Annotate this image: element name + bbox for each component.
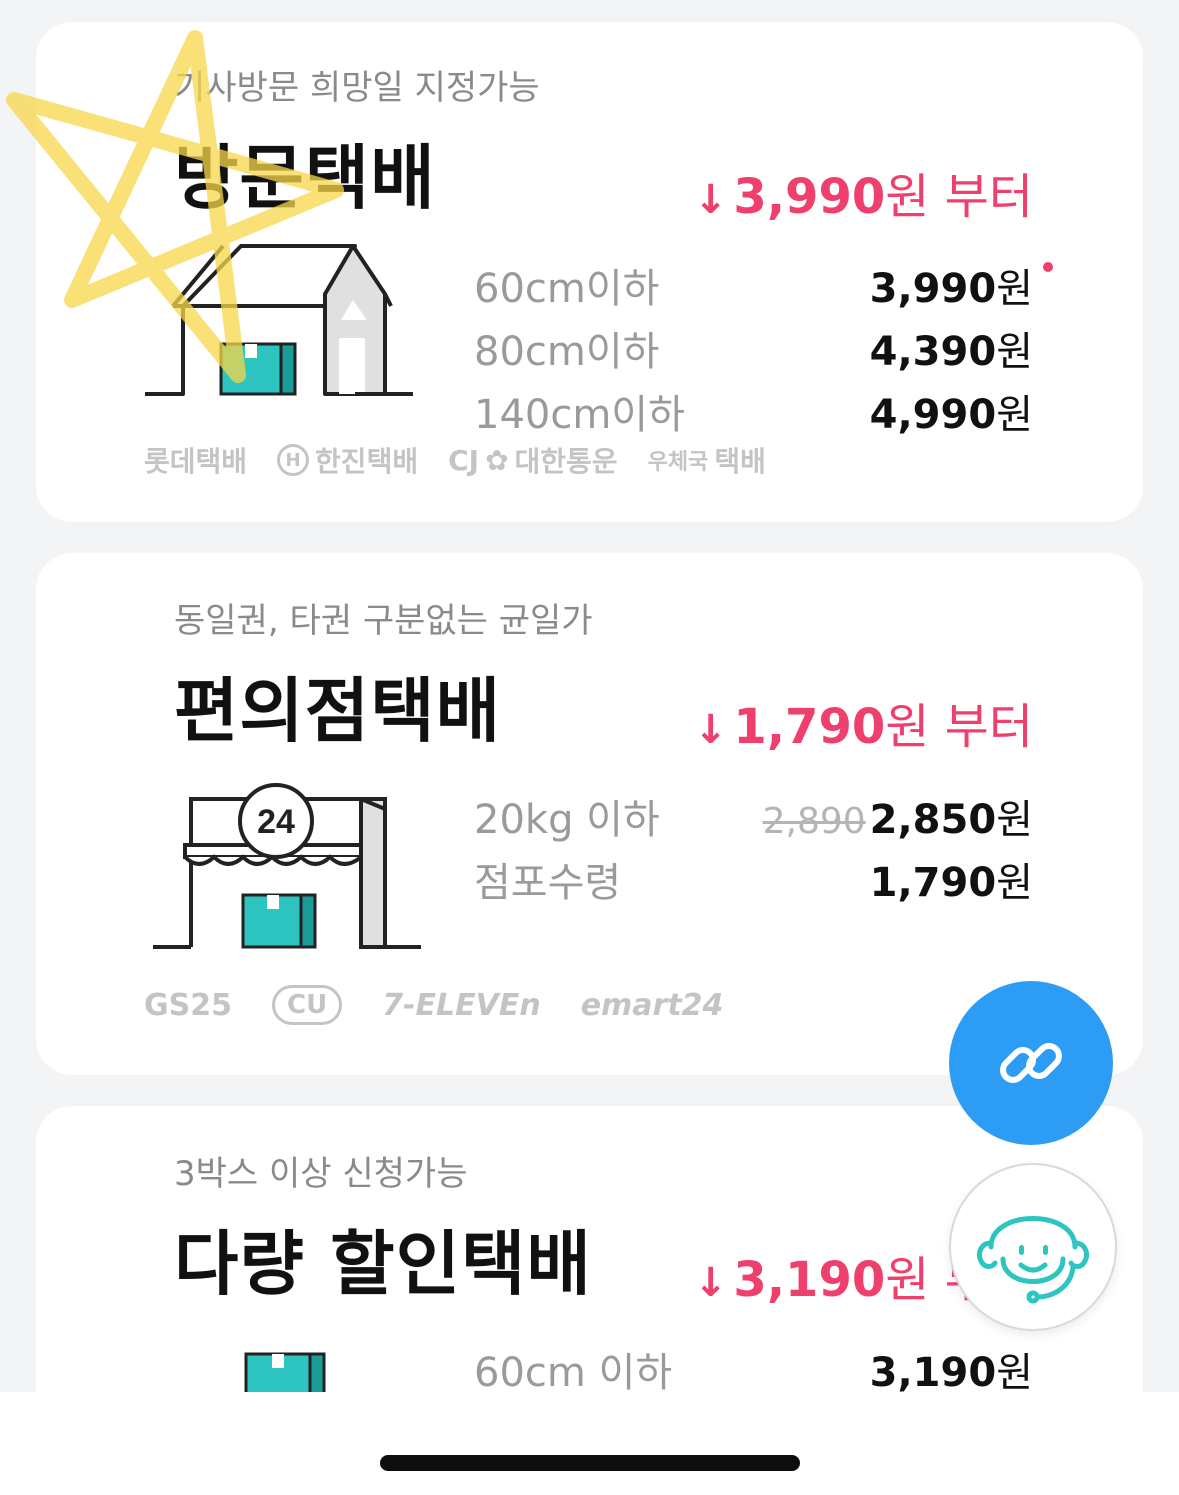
from-price-amount: 1,790	[733, 699, 886, 755]
price-unit: 원	[996, 1350, 1033, 1396]
from-price: ↓ 1,790원 부터	[694, 687, 1033, 757]
card-subtitle: 기사방문 희망일 지정가능	[174, 68, 540, 108]
from-price-suffix: 원 부터	[885, 699, 1033, 755]
original-price: 2,890	[762, 801, 866, 842]
price-table: 60cm이하 3,990원 80cm이하 4,390원 140cm이하 4,99…	[474, 256, 1053, 445]
price-amount: 2,850	[869, 797, 997, 843]
price-unit: 원	[996, 329, 1033, 375]
price-value: 4,990원	[870, 382, 1033, 440]
card-title: 다량 할인택배	[174, 1223, 592, 1305]
cu-logo: CU	[271, 985, 343, 1025]
card-subtitle: 동일권, 타권 구분없는 균일가	[174, 601, 593, 641]
seven-eleven-logo: 7-ELEVEn	[382, 987, 541, 1023]
home-indicator[interactable]	[380, 1455, 800, 1471]
share-link-button[interactable]	[949, 981, 1113, 1145]
price-value: 3,990원	[870, 256, 1033, 314]
weight-label: 20kg 이하	[474, 797, 660, 843]
size-label: 60cm 이하	[474, 1350, 673, 1396]
price-amount: 4,390	[869, 329, 997, 375]
house-icon	[145, 244, 413, 396]
visit-delivery-card[interactable]: 기사방문 희망일 지정가능 방문택배 ↓ 3,990원 부터 60cm이하 3,9…	[36, 22, 1143, 522]
down-arrow-icon: ↓	[693, 177, 728, 223]
store-logos: GS25 CU 7-ELEVEn emart24	[144, 985, 723, 1025]
price-amount: 3,990	[869, 266, 997, 312]
size-label: 60cm이하	[474, 266, 660, 312]
link-icon	[1000, 1043, 1062, 1083]
size-label: 80cm이하	[474, 329, 660, 375]
convenience-store-delivery-card[interactable]: 동일권, 타권 구분없는 균일가 편의점택배 ↓ 1,790원 부터 24 20k…	[36, 553, 1143, 1075]
cj-logo: CJ ✿ 대한통운	[448, 443, 618, 479]
price-row: 60cm이하 3,990원	[474, 256, 1053, 319]
down-arrow-icon: ↓	[693, 707, 728, 753]
bottom-safe-area	[0, 1392, 1179, 1495]
size-label: 140cm이하	[474, 392, 685, 438]
price-value: 1,790원	[870, 850, 1033, 908]
new-dot-badge	[1043, 262, 1053, 272]
price-unit: 원	[996, 860, 1033, 906]
from-price: ↓ 3,990원 부터	[694, 157, 1033, 227]
from-price-amount: 3,190	[733, 1252, 886, 1308]
from-price-amount: 3,990	[733, 169, 886, 225]
epost-logo: 우체국 택배	[647, 445, 766, 478]
price-row: 140cm이하 4,990원	[474, 382, 1033, 445]
card-title: 방문택배	[174, 137, 436, 219]
store-sign-number: 24	[257, 803, 295, 841]
card-subtitle: 3박스 이상 신청가능	[174, 1154, 468, 1194]
price-row: 80cm이하 4,390원	[474, 319, 1033, 382]
lotte-logo: 롯데택배	[144, 445, 248, 478]
price-row: 20kg 이하 2,890 2,850원	[474, 787, 1033, 850]
customer-support-button[interactable]	[949, 1163, 1117, 1331]
from-price-suffix: 원 부터	[885, 169, 1033, 225]
price-value: 4,390원	[870, 319, 1033, 377]
hanjin-emblem-icon: H	[277, 444, 310, 476]
card-title: 편의점택배	[174, 670, 501, 752]
price-value: 3,190원	[870, 1340, 1033, 1398]
carrier-logos: 롯데택배 H 한진택배 CJ ✿ 대한통운 우체국 택배	[144, 440, 766, 480]
price-amount: 1,790	[869, 860, 997, 906]
price-table: 20kg 이하 2,890 2,850원 점포수령 1,790원	[474, 787, 1033, 913]
price-value: 2,890 2,850원	[763, 787, 1033, 845]
customer-support-headset-icon	[976, 1216, 1090, 1304]
price-unit: 원	[996, 797, 1033, 843]
price-unit: 원	[996, 266, 1033, 312]
down-arrow-icon: ↓	[693, 1260, 728, 1306]
pickup-label: 점포수령	[474, 860, 622, 906]
price-row: 점포수령 1,790원	[474, 850, 1033, 913]
cj-flower-icon: ✿	[485, 443, 509, 477]
price-amount: 4,990	[869, 392, 997, 438]
price-unit: 원	[996, 392, 1033, 438]
gs25-logo: GS25	[144, 987, 232, 1023]
hanjin-logo: H 한진택배	[277, 440, 418, 480]
emart24-logo: emart24	[580, 987, 724, 1023]
convenience-store-icon: 24	[153, 783, 421, 949]
price-amount: 3,190	[869, 1350, 997, 1396]
